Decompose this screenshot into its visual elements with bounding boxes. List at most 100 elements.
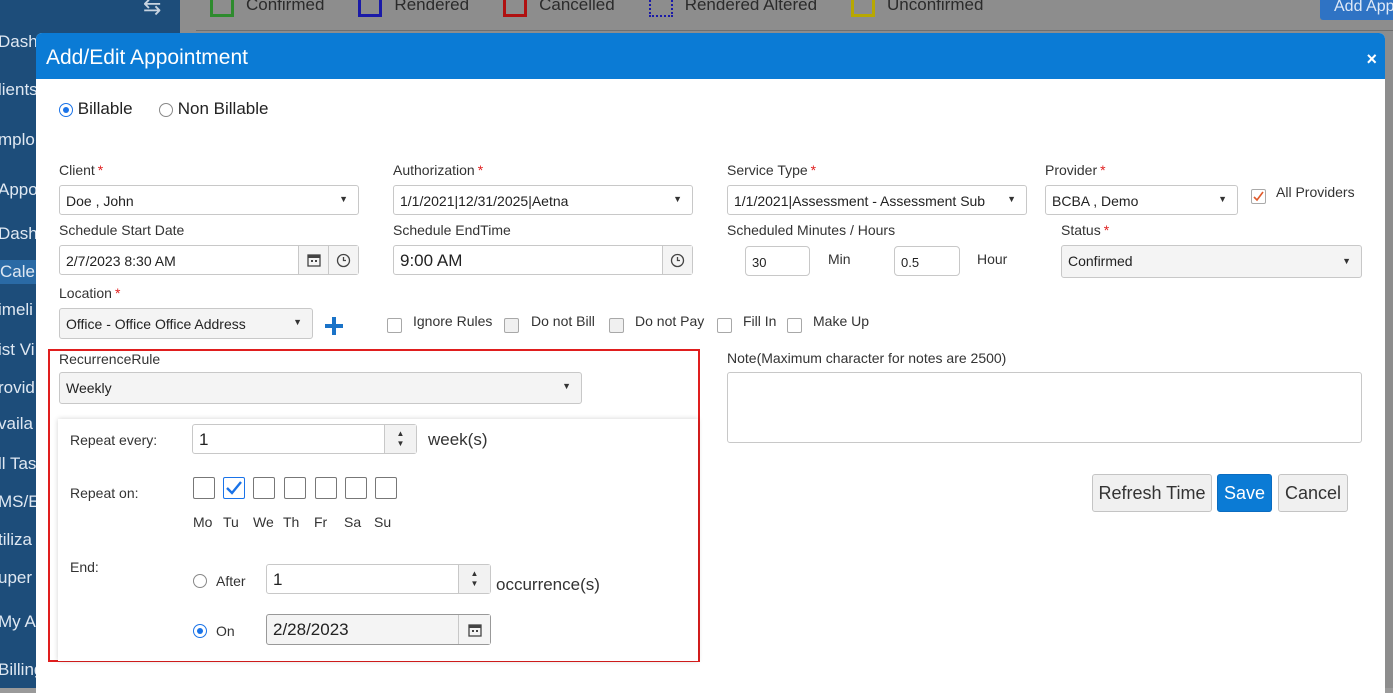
do-not-pay-checkbox[interactable] <box>609 318 624 338</box>
modal-header: Add/Edit Appointment × <box>36 33 1385 79</box>
provider-select[interactable]: BCBA , Demo ▼ <box>1045 185 1238 215</box>
non-billable-radio[interactable] <box>159 102 173 117</box>
status-select[interactable]: Confirmed ▼ <box>1061 245 1362 278</box>
check-icon <box>1253 191 1264 202</box>
scheduled-minutes-input[interactable]: 30 <box>745 246 810 276</box>
sidebar-item-timeline[interactable]: imeli <box>0 300 33 320</box>
note-textarea[interactable] <box>727 372 1362 443</box>
day-checkbox-fr[interactable] <box>315 477 337 499</box>
calendar-icon[interactable] <box>458 615 490 644</box>
client-select[interactable]: Doe , John ▼ <box>59 185 359 215</box>
schedule-start-value: 2/7/2023 8:30 AM <box>66 253 176 269</box>
sidebar-item-supervision[interactable]: uper <box>0 568 32 588</box>
legend-swatch <box>503 0 528 17</box>
day-label-fr: Fr <box>314 514 328 530</box>
sidebar-item-appointments[interactable]: Appo <box>0 180 38 200</box>
increment-icon[interactable]: ▲ <box>397 429 405 439</box>
add-location-icon[interactable] <box>324 316 344 341</box>
check-icon <box>226 481 242 495</box>
day-label-tu: Tu <box>223 514 239 530</box>
decrement-icon[interactable]: ▼ <box>471 579 479 589</box>
end-after-unit: occurrence(s) <box>496 575 600 594</box>
close-icon[interactable]: × <box>1366 49 1377 70</box>
end-on-radio[interactable] <box>193 622 207 640</box>
end-after-stepper[interactable]: ▲ ▼ <box>458 565 490 593</box>
repeat-every-input[interactable]: 1 ▲ ▼ <box>192 424 417 454</box>
sidebar-item-calendar[interactable]: Cale <box>0 260 40 284</box>
status-label: Status * <box>1061 222 1110 238</box>
chevron-down-icon: ▼ <box>673 194 682 204</box>
end-after-input[interactable]: 1 ▲ ▼ <box>266 564 491 594</box>
sidebar-item-all-tasks[interactable]: ll Tas <box>0 454 36 474</box>
legend-label: Unconfirmed <box>887 0 984 14</box>
end-after-label: After <box>216 573 246 589</box>
legend-swatch <box>358 0 383 17</box>
authorization-select[interactable]: 1/1/2021|12/31/2025|Aetna ▼ <box>393 185 693 215</box>
clock-icon[interactable] <box>328 246 358 274</box>
sidebar-item-provider[interactable]: rovid <box>0 378 35 398</box>
chevron-down-icon: ▼ <box>1342 256 1351 266</box>
do-not-pay-label: Do not Pay <box>635 313 705 329</box>
authorization-label: Authorization * <box>393 162 484 178</box>
add-appointment-button[interactable]: Add App <box>1320 0 1393 20</box>
calendar-icon[interactable] <box>298 246 328 274</box>
client-value: Doe , John <box>66 193 134 209</box>
cancel-button[interactable]: Cancel <box>1278 474 1348 512</box>
end-on-date-input[interactable]: 2/28/2023 <box>266 614 491 645</box>
fill-in-checkbox[interactable] <box>717 318 732 338</box>
repeat-every-value: 1 <box>199 430 209 449</box>
day-checkbox-we[interactable] <box>253 477 275 499</box>
decrement-icon[interactable]: ▼ <box>397 439 405 449</box>
ignore-rules-checkbox[interactable] <box>387 318 402 338</box>
recurrence-rule-select[interactable]: Weekly ▼ <box>59 372 582 404</box>
legend-swatch <box>851 0 876 17</box>
repeat-every-unit: week(s) <box>428 430 488 449</box>
day-checkbox-sa[interactable] <box>345 477 367 499</box>
sidebar-item-employees[interactable]: mplo <box>0 130 35 150</box>
legend-swatch <box>648 0 673 17</box>
legend-cancelled: Cancelled <box>503 0 615 17</box>
do-not-bill-checkbox[interactable] <box>504 318 519 338</box>
schedule-start-label: Schedule Start Date <box>59 222 185 238</box>
scheduled-minutes-hours-label: Scheduled Minutes / Hours <box>727 222 896 238</box>
end-on-label: On <box>216 623 235 639</box>
scheduled-hours-input[interactable]: 0.5 <box>894 246 960 276</box>
make-up-checkbox[interactable] <box>787 318 802 338</box>
legend-rendered: Rendered <box>358 0 469 17</box>
legend-label: Rendered Altered <box>684 0 818 14</box>
sidebar-item-list-view[interactable]: ist Vi <box>0 340 35 360</box>
schedule-start-input[interactable]: 2/7/2023 8:30 AM <box>59 245 359 275</box>
repeat-every-label: Repeat every: <box>70 432 158 448</box>
non-billable-option[interactable]: Non Billable <box>159 99 268 119</box>
schedule-end-input[interactable]: 9:00 AM <box>393 245 693 275</box>
sidebar-item-availability[interactable]: vaila <box>0 414 33 434</box>
increment-icon[interactable]: ▲ <box>471 569 479 579</box>
modal-title: Add/Edit Appointment <box>46 46 248 69</box>
repeat-every-stepper[interactable]: ▲ ▼ <box>384 425 416 453</box>
sidebar-item-clients[interactable]: lients <box>0 80 38 100</box>
end-label: End: <box>70 559 99 575</box>
status-legend: Confirmed Rendered Cancelled Rendered Al… <box>210 0 1017 18</box>
day-checkbox-tu[interactable] <box>223 477 245 499</box>
legend-label: Cancelled <box>539 0 615 14</box>
add-edit-appointment-modal: Add/Edit Appointment × Billable Non Bill… <box>36 33 1385 693</box>
day-checkbox-su[interactable] <box>375 477 397 499</box>
location-value: Office - Office Office Address <box>66 316 246 332</box>
all-providers-checkbox[interactable] <box>1251 189 1266 204</box>
save-button[interactable]: Save <box>1217 474 1272 512</box>
billable-option[interactable]: Billable <box>59 99 133 119</box>
day-checkbox-th[interactable] <box>284 477 306 499</box>
day-checkbox-mo[interactable] <box>193 477 215 499</box>
billable-radio[interactable] <box>59 102 73 117</box>
service-type-select[interactable]: 1/1/2021|Assessment - Assessment Sub ▼ <box>727 185 1027 215</box>
chevron-down-icon: ▼ <box>339 194 348 204</box>
recurrence-rule-value: Weekly <box>66 380 112 396</box>
location-select[interactable]: Office - Office Office Address ▼ <box>59 308 313 339</box>
sidebar-item-utilization[interactable]: tiliza <box>0 530 32 550</box>
non-billable-label: Non Billable <box>177 99 269 118</box>
clock-icon[interactable] <box>662 246 692 274</box>
sidebar-item-sms[interactable]: MS/E <box>0 492 40 512</box>
end-after-radio[interactable] <box>193 572 207 590</box>
collapse-sidebar-icon[interactable]: ⇆ <box>143 0 161 20</box>
refresh-time-button[interactable]: Refresh Time <box>1092 474 1212 512</box>
